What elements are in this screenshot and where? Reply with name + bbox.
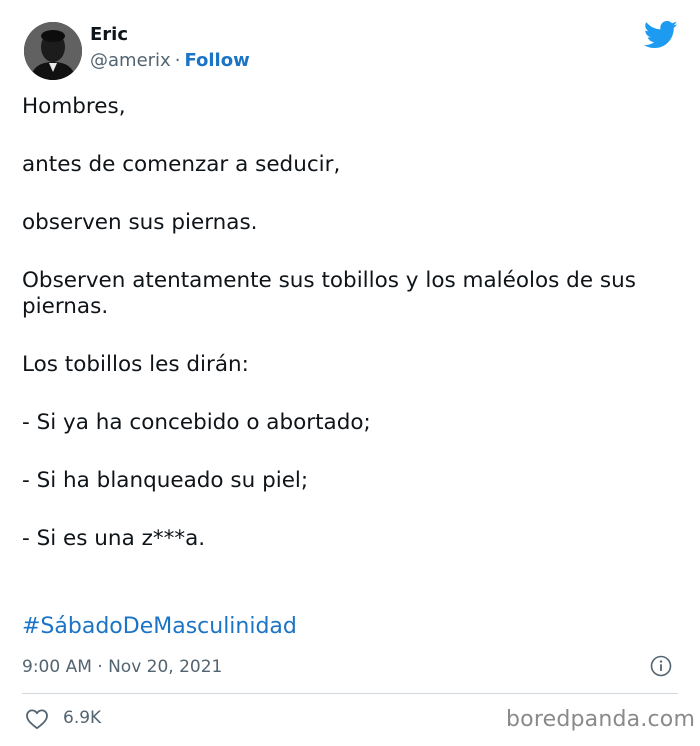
tweet-line: observen sus piernas.: [22, 210, 258, 235]
avatar[interactable]: [24, 22, 82, 80]
tweet-line: Los tobillos les dirán:: [22, 352, 249, 377]
divider: [22, 693, 678, 694]
tweet-line: Hombres,: [22, 94, 126, 119]
tweet-line: - Si ya ha concebido o abortado;: [22, 410, 371, 435]
like-count: 6.9K: [63, 708, 102, 728]
tweet-line: Observen atentamente sus tobillos y los …: [22, 268, 636, 319]
author-handle[interactable]: @amerix: [90, 50, 171, 71]
author-name[interactable]: Eric: [90, 24, 128, 45]
author-meta: @amerix · Follow: [90, 50, 250, 71]
twitter-bird-icon[interactable]: [644, 20, 678, 50]
avatar-image: [24, 22, 82, 80]
hashtag-link[interactable]: #SábadoDeMasculinidad: [22, 614, 297, 639]
tweet-line: - Si es una z***a.: [22, 526, 206, 551]
info-icon[interactable]: [650, 655, 672, 677]
tweet-card: Eric @amerix · Follow Hombres, antes de co…: [0, 0, 700, 746]
tweet-line: antes de comenzar a seducir,: [22, 152, 341, 177]
tweet-line: - Si ha blanqueado su piel;: [22, 468, 309, 493]
watermark: boredpanda.com: [506, 707, 696, 732]
follow-button[interactable]: Follow: [184, 50, 249, 71]
tweet-timestamp[interactable]: 9:00 AM · Nov 20, 2021: [22, 657, 222, 677]
heart-icon[interactable]: [25, 708, 49, 730]
tweet-text: Hombres, antes de comenzar a seducir, ob…: [22, 94, 682, 584]
meta-separator: ·: [174, 50, 181, 71]
